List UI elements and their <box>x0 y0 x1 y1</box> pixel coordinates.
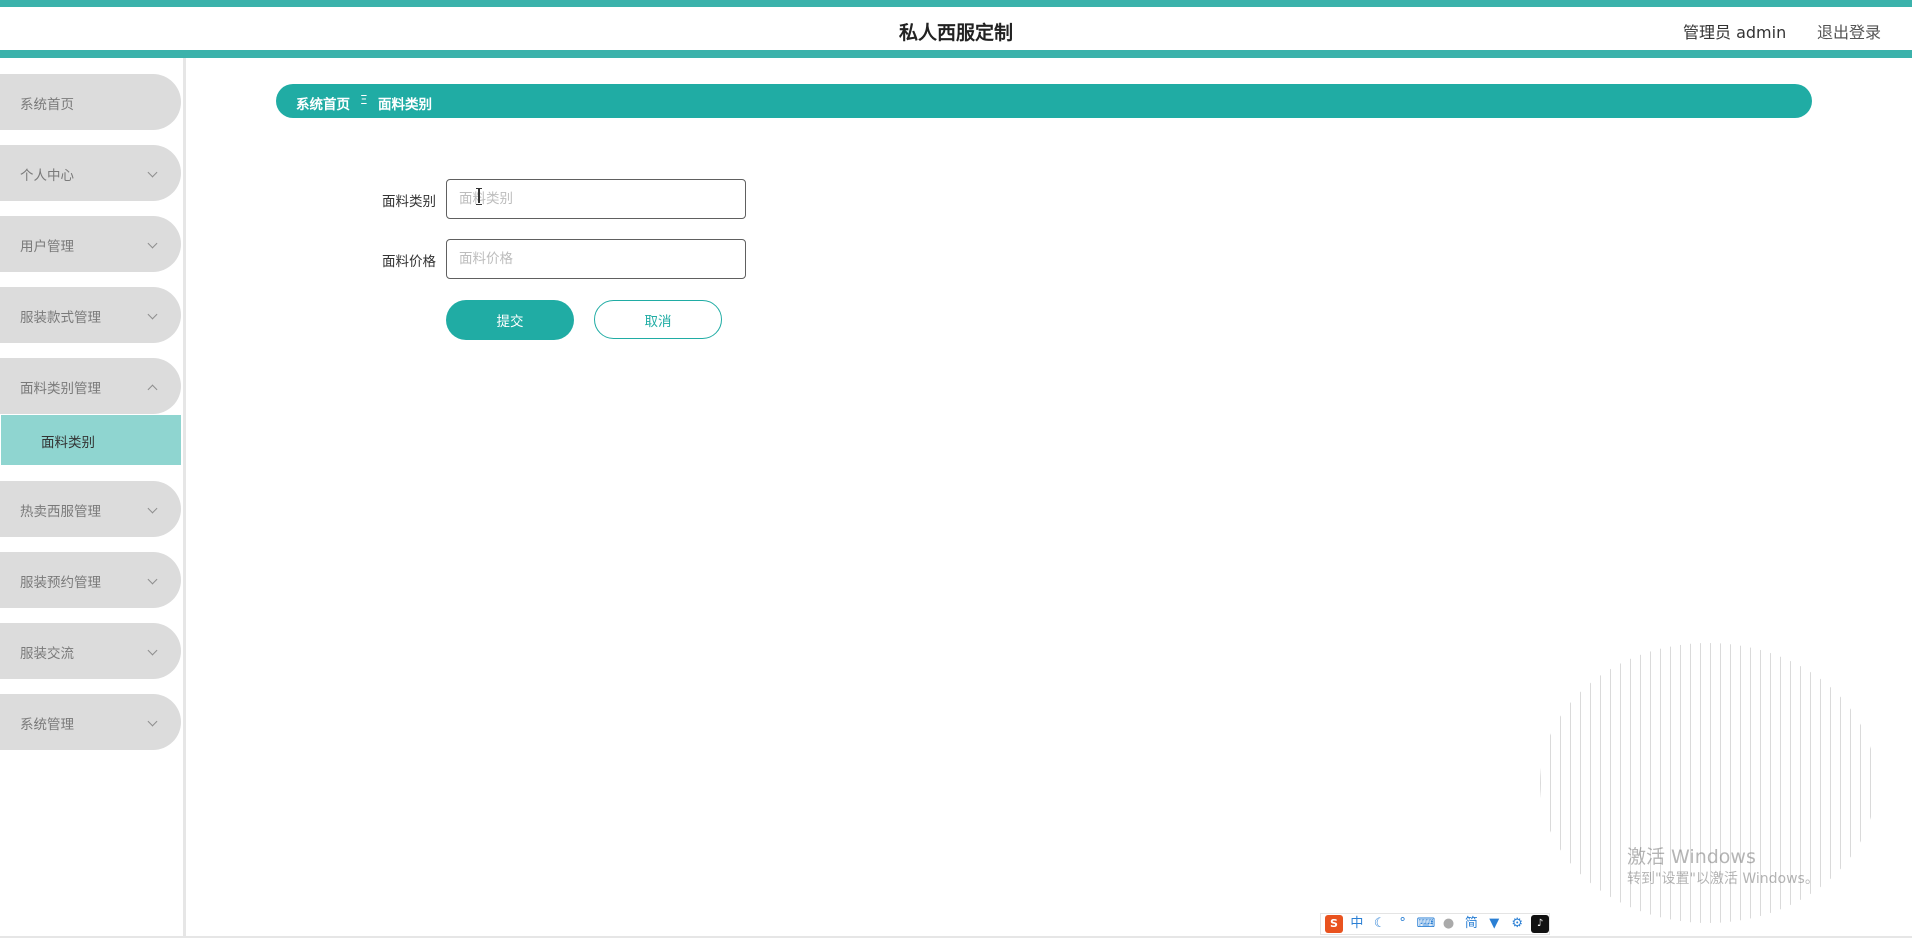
sidebar-item-label: 系统首页 <box>20 97 74 113</box>
windows-activation-subtitle: 转到"设置"以激活 Windows。 <box>1627 871 1819 887</box>
sidebar-item-label: 个人中心 <box>20 168 74 184</box>
fabric-price-input[interactable] <box>446 239 746 279</box>
breadcrumb-separator-icon: Ξ <box>360 93 368 107</box>
fabric-price-label: 面料价格 <box>382 254 436 270</box>
ime-mode-indicator[interactable]: 中 <box>1348 915 1366 933</box>
sidebar-item-label: 用户管理 <box>20 239 74 255</box>
sidebar-item-fabric-category-management[interactable]: 面料类别管理 <box>0 358 181 414</box>
sidebar-item-system-management[interactable]: 系统管理 <box>0 694 181 750</box>
skin-shirt-icon[interactable]: ▼ <box>1485 915 1503 933</box>
sidebar-item-clothing-exchange[interactable]: 服装交流 <box>0 623 181 679</box>
sidebar-item-label: 服装预约管理 <box>20 575 101 591</box>
breadcrumb-current: 面料类别 <box>378 97 432 113</box>
chevron-down-icon <box>147 716 158 727</box>
tiktok-icon[interactable]: ♪ <box>1531 915 1550 933</box>
text-cursor-icon <box>476 188 482 205</box>
sidebar-item-personal-center[interactable]: 个人中心 <box>0 145 181 201</box>
chevron-up-icon <box>147 384 158 395</box>
moon-icon[interactable]: ☾ <box>1371 915 1389 933</box>
submit-button[interactable]: 提交 <box>446 300 574 340</box>
app-header: 私人西服定制 管理员 admin 退出登录 <box>0 7 1912 50</box>
user-icon[interactable]: ● <box>1440 915 1458 933</box>
ime-toolbar: S 中 ☾ ° ⌨ ● 简 ▼ ⚙ ♪ <box>1320 913 1550 935</box>
sidebar-subitem-label: 面料类别 <box>41 435 95 451</box>
app-title: 私人西服定制 <box>898 22 1013 44</box>
gear-icon[interactable]: ⚙ <box>1508 915 1526 933</box>
chevron-down-icon <box>147 167 158 178</box>
sidebar-item-label: 面料类别管理 <box>20 381 101 397</box>
windows-activation-title: 激活 Windows <box>1627 846 1756 868</box>
chevron-down-icon <box>147 238 158 249</box>
header-top-stripe <box>0 0 1912 7</box>
sidebar-item-label: 服装款式管理 <box>20 310 101 326</box>
chevron-down-icon <box>147 645 158 656</box>
chevron-down-icon <box>147 574 158 585</box>
sidebar-item-hot-suits-management[interactable]: 热卖西服管理 <box>0 481 181 537</box>
admin-user-label: 管理员 admin <box>1683 23 1787 42</box>
sidebar-item-style-management[interactable]: 服装款式管理 <box>0 287 181 343</box>
logout-link[interactable]: 退出登录 <box>1817 19 1881 43</box>
sidebar-item-home[interactable]: 系统首页 <box>0 74 181 130</box>
punctuation-icon[interactable]: ° <box>1394 915 1412 933</box>
chevron-down-icon <box>147 309 158 320</box>
keyboard-icon[interactable]: ⌨ <box>1417 915 1436 933</box>
header-bottom-stripe <box>0 50 1912 58</box>
chevron-down-icon <box>147 503 158 514</box>
ime-logo-icon[interactable]: S <box>1325 915 1343 933</box>
sidebar-item-label: 服装交流 <box>20 646 74 662</box>
sidebar-item-appointment-management[interactable]: 服装预约管理 <box>0 552 181 608</box>
simplified-chinese-indicator[interactable]: 简 <box>1462 915 1480 933</box>
breadcrumb: 系统首页 Ξ 面料类别 <box>276 84 1812 118</box>
sidebar-subitem-fabric-category[interactable]: 面料类别 <box>1 415 181 465</box>
sidebar-item-user-management[interactable]: 用户管理 <box>0 216 181 272</box>
sidebar-item-label: 系统管理 <box>20 717 74 733</box>
fabric-category-label: 面料类别 <box>382 194 436 210</box>
sidebar-item-label: 热卖西服管理 <box>20 504 101 520</box>
breadcrumb-home-link[interactable]: 系统首页 <box>296 93 350 113</box>
cancel-button[interactable]: 取消 <box>594 300 722 339</box>
fabric-category-input[interactable] <box>446 179 746 219</box>
